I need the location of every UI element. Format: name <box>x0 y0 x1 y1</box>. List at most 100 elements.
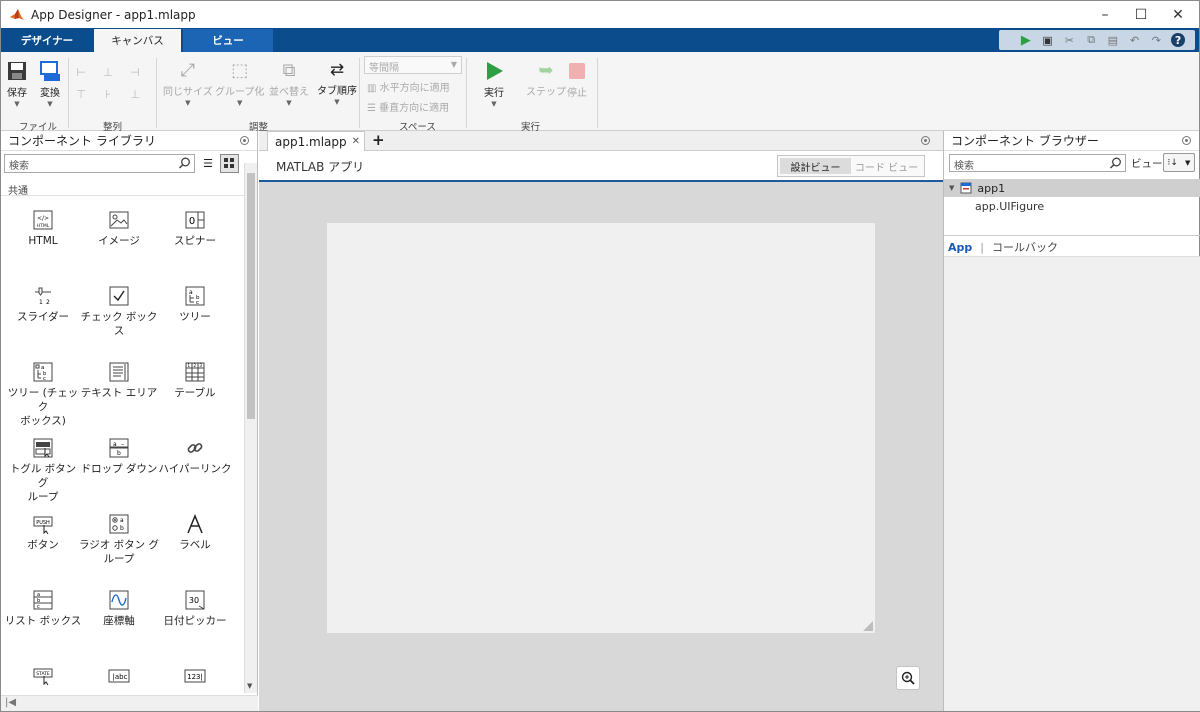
same-size-button[interactable]: ⤢ 同じサイズ ▼ <box>163 60 213 107</box>
scroll-down-icon[interactable]: ▼ <box>247 682 252 690</box>
list-view-icon[interactable]: ☰ <box>200 155 216 172</box>
undo-icon[interactable]: ↶ <box>1128 33 1142 47</box>
scroll-left-icon[interactable]: |◀ <box>5 697 16 708</box>
help-icon[interactable]: ? <box>1171 33 1186 47</box>
grid-view-icon[interactable] <box>220 154 239 173</box>
stop-button[interactable]: 停止 <box>567 60 587 99</box>
component-table[interactable]: 123 テーブル <box>155 349 235 400</box>
component-html[interactable]: </> HTML HTML <box>3 197 83 248</box>
inspector-body <box>944 257 1200 711</box>
tab-canvas[interactable]: キャンバス <box>94 29 181 52</box>
minimize-icon[interactable]: – <box>1088 1 1122 28</box>
expand-icon[interactable]: ▼ <box>949 184 954 192</box>
scrollbar-thumb[interactable] <box>247 173 255 419</box>
component-label[interactable]: ラベル <box>155 501 235 552</box>
component-button[interactable]: PUSH ボタン <box>3 501 83 552</box>
align-bottom-icon[interactable]: ⊥ <box>128 87 142 101</box>
add-tab-icon[interactable]: + <box>372 131 385 149</box>
component-date-picker[interactable]: 30 日付ピッカー <box>155 577 235 628</box>
align-center-icon[interactable]: ⊥ <box>101 65 115 79</box>
design-area: app1.mlapp ✕ + MATLAB アプリ 設計ビュー コード ビュー <box>259 131 943 711</box>
close-tab-icon[interactable]: ✕ <box>352 136 360 147</box>
component-list-box[interactable]: abc リスト ボックス <box>3 577 83 628</box>
tab-view[interactable]: ビュー <box>183 29 273 52</box>
component-slider[interactable]: 12 スライダー <box>3 273 83 324</box>
group-button[interactable]: ⬚ グループ化 ▼ <box>215 60 264 107</box>
spacing-select[interactable]: 等間隔 ▼ <box>364 56 462 74</box>
run-icon[interactable]: ▶ <box>1019 33 1033 48</box>
tab-designer[interactable]: デザイナー <box>1 29 93 52</box>
component-axes[interactable]: 座標軸 <box>79 577 159 628</box>
component-tree[interactable]: abc ツリー <box>155 273 235 324</box>
convert-button[interactable]: 変換 ▼ <box>39 60 61 108</box>
tree-node-uifigure[interactable]: app.UIFigure <box>975 200 1044 213</box>
quick-access-toolbar: ▶ ▣ ✂ ⧉ ▤ ↶ ↷ ? <box>999 30 1195 50</box>
state-button-icon: STATE <box>32 665 54 687</box>
component-image[interactable]: イメージ <box>79 197 159 248</box>
component-drop-down[interactable]: a – b ドロップ ダウン <box>79 425 159 476</box>
save-button[interactable]: 保存 ▼ <box>7 60 27 108</box>
component-numeric-field[interactable]: 123| <box>155 653 235 687</box>
component-spinner[interactable]: 0 スピナー <box>155 197 235 248</box>
align-middle-icon[interactable]: ⊦ <box>101 87 115 101</box>
code-view-button[interactable]: コード ビュー <box>851 158 922 174</box>
search-icon <box>1109 157 1121 169</box>
same-size-icon: ⤢ <box>180 60 196 81</box>
checkbox-icon <box>108 285 130 307</box>
paste-icon[interactable]: ▤ <box>1106 33 1120 47</box>
vertical-scrollbar[interactable]: ▼ <box>244 163 257 693</box>
panel-options-icon[interactable] <box>921 136 930 145</box>
tree-icon: abc <box>184 285 206 307</box>
date-picker-icon: 30 <box>184 589 206 611</box>
svg-text:c: c <box>37 604 40 610</box>
align-right-icon[interactable]: ⊣ <box>128 65 142 79</box>
copy-icon[interactable]: ⧉ <box>1084 33 1098 47</box>
tab-callbacks[interactable]: コールバック <box>992 239 1058 255</box>
list-box-icon: abc <box>32 589 54 611</box>
horizontal-scrollbar[interactable]: |◀ <box>1 695 258 711</box>
tab-app[interactable]: App <box>948 241 972 254</box>
redo-icon[interactable]: ↷ <box>1149 33 1163 47</box>
component-toggle-button-group[interactable]: トグル ボタン グ ループ <box>3 425 83 504</box>
view-switch: 設計ビュー コード ビュー <box>777 155 925 177</box>
search-input[interactable]: 検索 <box>949 154 1126 172</box>
document-tab[interactable]: app1.mlapp ✕ <box>267 131 365 152</box>
ui-figure-canvas[interactable] <box>327 223 875 633</box>
panel-options-icon[interactable] <box>1182 136 1191 145</box>
close-icon[interactable]: ✕ <box>1161 1 1195 28</box>
resize-handle-icon[interactable] <box>863 621 873 631</box>
step-button[interactable]: ➥ ステップ <box>526 60 566 98</box>
app-header: MATLAB アプリ 設計ビュー コード ビュー <box>259 151 943 182</box>
save-icon[interactable]: ▣ <box>1041 33 1055 47</box>
tree-node-app[interactable]: ▼ app1 <box>944 179 1200 197</box>
component-state-button[interactable]: STATE <box>3 653 83 687</box>
run-button[interactable]: 実行 ▼ <box>483 60 505 108</box>
panel-title: コンポーネント ブラウザー <box>951 134 1099 148</box>
svg-text:STATE: STATE <box>36 671 50 677</box>
arrange-button[interactable]: ⧉ 並べ替え ▼ <box>269 60 309 107</box>
component-text-area[interactable]: テキスト エリア <box>79 349 159 400</box>
component-checkbox[interactable]: チェック ボックス <box>79 273 159 338</box>
chevron-down-icon: ▼ <box>47 100 53 108</box>
svg-text:0: 0 <box>189 216 195 227</box>
maximize-icon[interactable]: ☐ <box>1124 1 1158 28</box>
search-input[interactable]: 検索 <box>4 154 195 173</box>
component-radio-button-group[interactable]: ab ラジオ ボタン グ ループ <box>79 501 159 566</box>
align-top-icon[interactable]: ⊤ <box>74 87 88 101</box>
panel-options-icon[interactable] <box>240 136 249 145</box>
group-divider <box>466 58 467 128</box>
design-view-button[interactable]: 設計ビュー <box>780 158 851 174</box>
view-dropdown[interactable]: ⁝↓ ▼ <box>1163 153 1195 172</box>
apply-horizontal-button[interactable]: ▥ 水平方向に適用 <box>367 79 450 94</box>
chevron-down-icon: ▼ <box>286 99 292 107</box>
apply-vertical-button[interactable]: ☰ 垂直方向に適用 <box>367 99 449 114</box>
align-left-icon[interactable]: ⊢ <box>74 65 88 79</box>
component-checkbox-tree[interactable]: abc ツリー (チェック ボックス) <box>3 349 83 428</box>
component-hyperlink[interactable]: ハイパーリンク <box>155 425 235 476</box>
slider-icon: 12 <box>32 285 54 307</box>
zoom-button[interactable] <box>896 666 920 690</box>
svg-text:HTML: HTML <box>37 223 50 229</box>
tab-order-button[interactable]: ⇄ タブ順序 ▼ <box>317 60 357 106</box>
cut-icon[interactable]: ✂ <box>1062 33 1076 47</box>
component-text-field[interactable]: |abc <box>79 653 159 687</box>
